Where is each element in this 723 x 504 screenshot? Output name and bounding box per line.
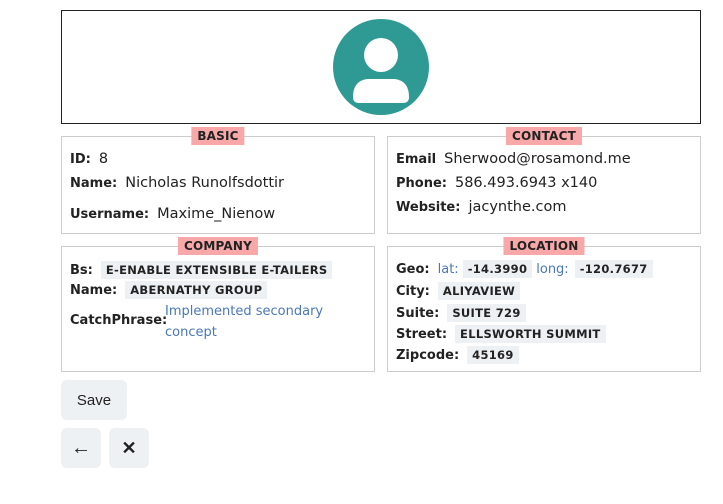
website-value: jacynthe.com: [468, 199, 567, 215]
zipcode-label: Zipcode:: [396, 347, 460, 363]
location-tag: LOCATION: [503, 237, 585, 255]
id-label: ID:: [70, 152, 91, 167]
lat-label: lat:: [437, 261, 459, 277]
street-label: Street:: [396, 326, 448, 342]
company-card: COMPANY Bs: E-ENABLE EXTENSIBLE E-TAILER…: [61, 237, 375, 372]
city-label: City:: [396, 283, 430, 299]
basic-tag: BASIC: [191, 127, 245, 145]
company-name-value: ABERNATHY GROUP: [125, 281, 268, 299]
phone-value: 586.493.6943 x140: [454, 175, 598, 191]
zipcode-value: 45169: [467, 346, 519, 364]
bs-label: Bs:: [70, 263, 93, 278]
long-label: long:: [536, 261, 569, 277]
company-tag: COMPANY: [177, 237, 259, 255]
user-avatar-icon: [333, 19, 429, 115]
catchphrase-line-1: Implemented secondary: [165, 304, 324, 319]
catchphrase-line-2: concept: [165, 325, 217, 340]
suite-value: SUITE 729: [447, 304, 526, 322]
username-value: Maxime_Nienow: [157, 206, 276, 222]
company-name-label: Name:: [70, 283, 118, 298]
username-label: Username:: [70, 207, 150, 222]
name-label: Name:: [70, 176, 118, 191]
website-label: Website:: [396, 200, 461, 215]
email-value: Sherwood@rosamond.me: [444, 151, 631, 167]
contact-card: CONTACT Email Sherwood@rosamond.me Phone…: [387, 127, 701, 234]
id-value: 8: [98, 151, 109, 167]
close-icon: ✕: [121, 437, 137, 458]
phone-label: Phone:: [396, 176, 447, 191]
suite-label: Suite:: [396, 305, 440, 321]
contact-tag: CONTACT: [506, 127, 582, 145]
city-value: ALIYAVIEW: [437, 282, 521, 300]
street-value: ELLSWORTH SUMMIT: [455, 325, 606, 343]
lat-value: -14.3990: [462, 260, 533, 278]
location-card: LOCATION Geo: lat: -14.3990 long: -120.7…: [387, 237, 701, 372]
save-button[interactable]: Save: [61, 380, 127, 420]
geo-label: Geo:: [396, 261, 430, 277]
bs-value: E-ENABLE EXTENSIBLE E-TAILERS: [100, 261, 333, 279]
basic-card: BASIC ID: 8 Name: Nicholas Runolfsdottir…: [61, 127, 375, 234]
long-value: -120.7677: [574, 260, 653, 278]
avatar-panel: [61, 10, 701, 124]
email-label: Email: [396, 152, 437, 167]
back-button[interactable]: ←: [61, 428, 101, 468]
name-value: Nicholas Runolfsdottir: [125, 175, 285, 191]
catchphrase-label: CatchPhrase:: [70, 313, 168, 328]
close-button[interactable]: ✕: [109, 428, 149, 468]
arrow-left-icon: ←: [71, 436, 91, 459]
